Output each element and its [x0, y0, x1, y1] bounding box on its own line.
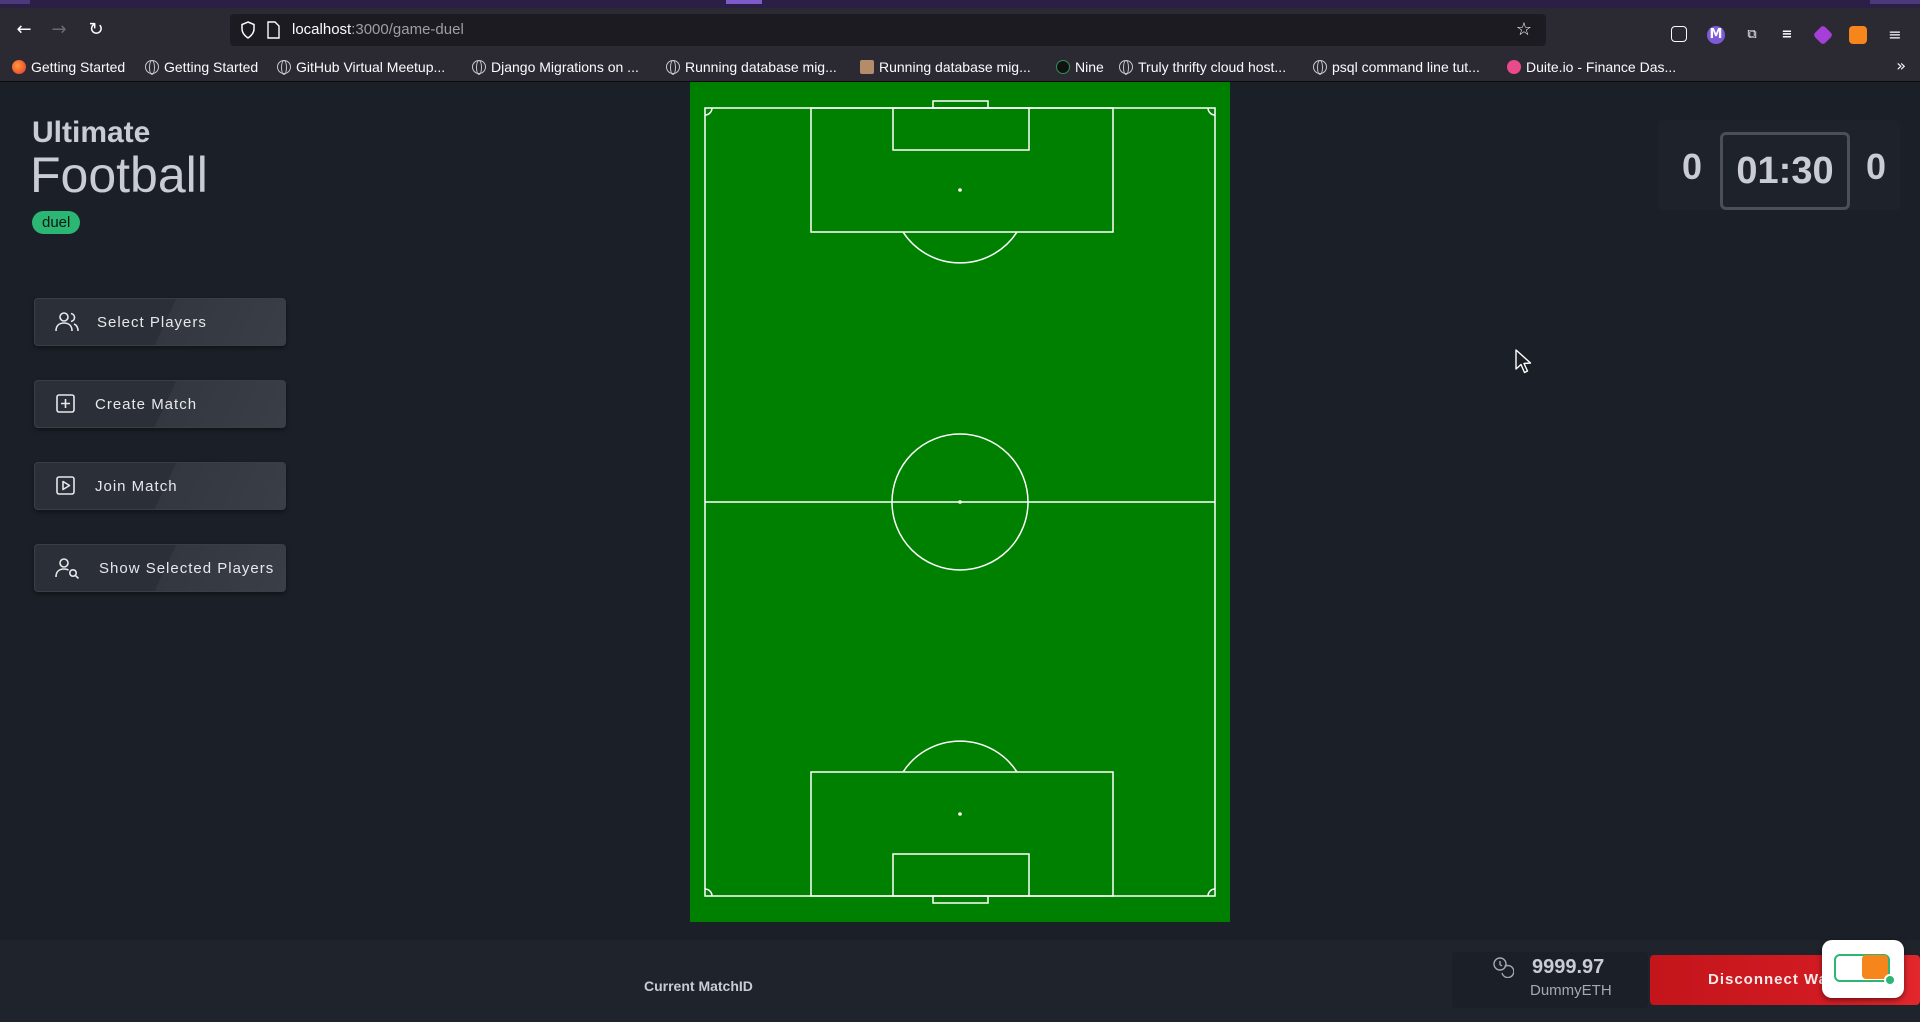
play-square-icon	[56, 476, 75, 495]
bottom-penalty-spot	[958, 812, 962, 816]
join-match-button[interactable]: Join Match	[34, 462, 286, 510]
home-score: 0	[1682, 146, 1703, 187]
scoreboard: 0 01:30 0	[1658, 120, 1900, 210]
url-path: :3000/game-duel	[351, 21, 464, 38]
page-info-icon[interactable]	[266, 21, 280, 39]
library-icon[interactable]: ≡	[1778, 26, 1796, 44]
bookmark-item[interactable]: Django Migrations on ...	[472, 57, 639, 77]
metamask-fox-icon[interactable]	[1849, 26, 1867, 44]
user-search-icon	[55, 558, 80, 579]
show-selected-players-button[interactable]: Show Selected Players	[34, 544, 286, 592]
wallet-balance: 9999.97 DummyETH	[1452, 952, 1648, 1008]
top-penalty-spot	[958, 188, 962, 192]
globe-icon	[666, 60, 680, 75]
metamask-fox-icon	[1862, 955, 1888, 979]
back-button[interactable]: ←	[12, 18, 36, 42]
users-icon	[55, 312, 79, 332]
football-pitch[interactable]	[690, 82, 1230, 922]
bookmark-item[interactable]: Getting Started	[145, 57, 258, 77]
connected-status-dot	[1884, 974, 1896, 986]
extension-m-icon[interactable]: M	[1707, 26, 1725, 44]
duite-icon	[1507, 60, 1521, 74]
mode-badge: duel	[32, 211, 81, 234]
more-bookmarks-icon[interactable]: »	[1896, 56, 1906, 75]
extensions-puzzle-icon[interactable]: ⧉	[1743, 26, 1761, 44]
bookmark-item[interactable]: GitHub Virtual Meetup...	[277, 57, 445, 77]
bookmark-item[interactable]: Nine	[1056, 57, 1104, 77]
active-tab-indicator	[726, 0, 762, 4]
corner-arc	[704, 107, 713, 116]
bookmark-item[interactable]: Getting Started	[12, 57, 125, 77]
address-bar[interactable]: localhost:3000/game-duel ☆	[230, 14, 1546, 46]
reload-button[interactable]: ↻	[84, 18, 108, 42]
globe-icon	[277, 60, 291, 75]
pitch-markings	[704, 100, 1216, 904]
bookmark-item[interactable]: Running database mig...	[666, 57, 837, 77]
bottom-penalty-box	[810, 771, 1114, 897]
globe-icon	[145, 60, 159, 75]
corner-arc	[1207, 107, 1216, 116]
top-goal-area	[892, 107, 1030, 151]
bottom-goal	[932, 895, 989, 904]
firefox-icon	[12, 60, 26, 74]
shield-icon[interactable]	[240, 21, 256, 39]
url-text: localhost:3000/game-duel	[292, 21, 464, 38]
select-players-label: Select Players	[97, 313, 207, 331]
bookmark-star-icon[interactable]: ☆	[1516, 19, 1532, 40]
extension-diamond-icon[interactable]	[1812, 24, 1834, 46]
coins-icon	[1493, 957, 1514, 978]
globe-icon	[1119, 60, 1133, 75]
match-timer: 01:30	[1720, 132, 1850, 210]
bookmark-item[interactable]: Duite.io - Finance Das...	[1507, 57, 1676, 77]
avatar-icon	[860, 60, 874, 74]
top-penalty-arc	[902, 231, 1018, 264]
browser-toolbar: ← → ↻ localhost:3000/game-duel ☆ M ⧉ ≡ ≡	[0, 8, 1920, 52]
bookmarks-bar: Getting Started Getting Started GitHub V…	[0, 52, 1920, 82]
bottom-goal-area	[892, 853, 1030, 897]
bookmark-item[interactable]: psql command line tut...	[1313, 57, 1480, 77]
pocket-icon[interactable]	[1671, 26, 1687, 42]
top-penalty-box	[810, 107, 1114, 233]
top-goal	[932, 100, 989, 109]
center-spot	[958, 500, 962, 504]
join-match-label: Join Match	[95, 477, 178, 495]
bookmark-item[interactable]: Truly thrifty cloud host...	[1119, 57, 1286, 77]
away-score: 0	[1866, 146, 1887, 187]
show-selected-players-label: Show Selected Players	[99, 559, 275, 577]
current-match-id-label: Current MatchID	[644, 978, 753, 994]
create-match-label: Create Match	[95, 395, 198, 413]
balance-amount: 9999.97	[1532, 956, 1605, 978]
tab-accent	[0, 0, 30, 4]
select-players-button[interactable]: Select Players	[34, 298, 286, 346]
balance-currency: DummyETH	[1530, 982, 1612, 999]
url-host: localhost	[292, 21, 352, 38]
footer-bar: Current MatchID 9999.97 DummyETH Disconn…	[0, 940, 1920, 1022]
corner-arc	[1207, 888, 1216, 897]
nine-icon	[1056, 60, 1070, 74]
globe-icon	[1313, 60, 1327, 75]
globe-icon	[472, 60, 486, 75]
brand-subtitle: Ultimate	[32, 116, 151, 149]
metamask-widget[interactable]	[1822, 940, 1904, 998]
menu-hamburger-icon[interactable]: ≡	[1886, 26, 1904, 44]
app-root: Ultimate Football duel Select Players Cr…	[0, 82, 1920, 1022]
bookmark-item[interactable]: Running database mig...	[860, 57, 1031, 77]
brand-title: Football	[30, 147, 208, 203]
forward-button[interactable]: →	[47, 18, 71, 42]
plus-square-icon	[56, 394, 75, 413]
browser-tab-strip	[0, 0, 1920, 8]
tab-accent	[1870, 0, 1920, 4]
create-match-button[interactable]: Create Match	[34, 380, 286, 428]
corner-arc	[704, 888, 713, 897]
mouse-pointer-icon	[1515, 349, 1532, 374]
bottom-penalty-arc	[902, 740, 1018, 773]
